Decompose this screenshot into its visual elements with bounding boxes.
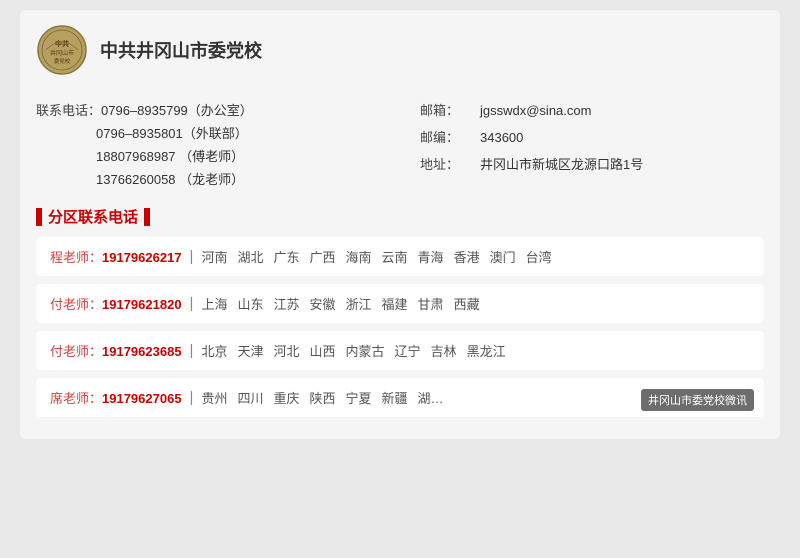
- region-area: 内蒙古: [346, 341, 385, 360]
- postcode-value: 343600: [480, 130, 523, 145]
- region-area: 上海: [201, 294, 227, 313]
- region-area: 福建: [382, 294, 408, 313]
- region-area: 辽宁: [395, 341, 421, 360]
- region-list-2: 北京天津河北山西内蒙古辽宁吉林黑龙江: [201, 341, 505, 360]
- region-list-3: 贵州四川重庆陕西宁夏新疆湖…: [201, 388, 443, 407]
- region-list-0: 河南湖北广东广西海南云南青海香港澳门台湾: [201, 247, 551, 266]
- region-area: 宁夏: [346, 388, 372, 407]
- region-teacher-0: 程老师：19179626217: [50, 247, 182, 266]
- region-area: 山西: [310, 341, 336, 360]
- phone-label: 联系电话：: [36, 100, 101, 119]
- region-area: 重庆: [273, 388, 299, 407]
- region-cards-container: 程老师：19179626217 | 河南湖北广东广西海南云南青海香港澳门台湾 付…: [36, 237, 764, 417]
- region-area: 山东: [237, 294, 263, 313]
- region-area: 贵州: [201, 388, 227, 407]
- region-area: 四川: [237, 388, 263, 407]
- email-row: 邮箱： jgsswdx@sina.com: [420, 100, 764, 119]
- separator-1: |: [190, 295, 194, 312]
- region-area: 河北: [273, 341, 299, 360]
- phone-row-2: 0796–8935801（外联部）: [36, 123, 380, 142]
- contact-section: 联系电话： 0796–8935799（办公室） 0796–8935801（外联部…: [36, 100, 764, 192]
- region-area: 香港: [454, 247, 480, 266]
- region-area: 青海: [418, 247, 444, 266]
- phone-value-1: 0796–8935799（办公室）: [101, 100, 253, 119]
- phone-row-4: 13766260058 （龙老师）: [36, 169, 380, 188]
- region-area: 甘肃: [418, 294, 444, 313]
- region-area: 澳门: [490, 247, 516, 266]
- region-area: 湖北: [237, 247, 263, 266]
- region-area: 湖…: [418, 388, 444, 407]
- postcode-label: 邮编：: [420, 127, 480, 146]
- region-area: 广东: [273, 247, 299, 266]
- region-teacher-2: 付老师：19179623685: [50, 341, 182, 360]
- region-teacher-1: 付老师：19179621820: [50, 294, 182, 313]
- region-card-3: 席老师：19179627065 | 贵州四川重庆陕西宁夏新疆湖… 井冈山市委党校…: [36, 378, 764, 417]
- contact-right: 邮箱： jgsswdx@sina.com 邮编： 343600 地址： 井冈山市…: [400, 100, 764, 192]
- separator-2: |: [190, 342, 194, 359]
- region-area: 江苏: [273, 294, 299, 313]
- section-title: 分区联系电话: [48, 206, 138, 227]
- divider-left-bar: [36, 208, 42, 226]
- region-area: 台湾: [526, 247, 552, 266]
- phone-row-1: 联系电话： 0796–8935799（办公室）: [36, 100, 380, 119]
- separator-3: |: [190, 389, 194, 406]
- region-area: 海南: [346, 247, 372, 266]
- email-value: jgsswdx@sina.com: [480, 103, 591, 118]
- region-area: 安徽: [310, 294, 336, 313]
- watermark: 井冈山市委党校微讯: [641, 389, 754, 411]
- region-card-0: 程老师：19179626217 | 河南湖北广东广西海南云南青海香港澳门台湾: [36, 237, 764, 276]
- region-area: 云南: [382, 247, 408, 266]
- address-row: 地址： 井冈山市新城区龙源口路1号: [420, 154, 764, 173]
- org-logo: 中共 井冈山市 委党校: [36, 24, 88, 76]
- region-area: 北京: [201, 341, 227, 360]
- region-area: 河南: [201, 247, 227, 266]
- email-label: 邮箱：: [420, 100, 480, 119]
- region-area: 黑龙江: [467, 341, 506, 360]
- org-name: 中共井冈山市委党校: [100, 37, 262, 63]
- region-card-2: 付老师：19179623685 | 北京天津河北山西内蒙古辽宁吉林黑龙江: [36, 331, 764, 370]
- region-area: 天津: [237, 341, 263, 360]
- region-area: 吉林: [431, 341, 457, 360]
- contact-left: 联系电话： 0796–8935799（办公室） 0796–8935801（外联部…: [36, 100, 380, 192]
- svg-text:中共: 中共: [55, 39, 69, 48]
- address-value: 井冈山市新城区龙源口路1号: [480, 154, 643, 173]
- header-section: 中共 井冈山市 委党校 中共井冈山市委党校: [36, 24, 764, 86]
- region-teacher-3: 席老师：19179627065: [50, 388, 182, 407]
- region-area: 西藏: [454, 294, 480, 313]
- section-divider: 分区联系电话: [36, 206, 764, 227]
- svg-text:委党校: 委党校: [54, 57, 71, 65]
- postcode-row: 邮编： 343600: [420, 127, 764, 146]
- phone-row-3: 18807968987 （傅老师）: [36, 146, 380, 165]
- region-list-1: 上海山东江苏安徽浙江福建甘肃西藏: [201, 294, 479, 313]
- region-area: 新疆: [382, 388, 408, 407]
- region-area: 广西: [310, 247, 336, 266]
- divider-right-bar: [144, 208, 150, 226]
- separator-0: |: [190, 248, 194, 265]
- region-card-1: 付老师：19179621820 | 上海山东江苏安徽浙江福建甘肃西藏: [36, 284, 764, 323]
- region-area: 陕西: [310, 388, 336, 407]
- address-label: 地址：: [420, 154, 480, 173]
- region-area: 浙江: [346, 294, 372, 313]
- svg-text:井冈山市: 井冈山市: [50, 49, 74, 57]
